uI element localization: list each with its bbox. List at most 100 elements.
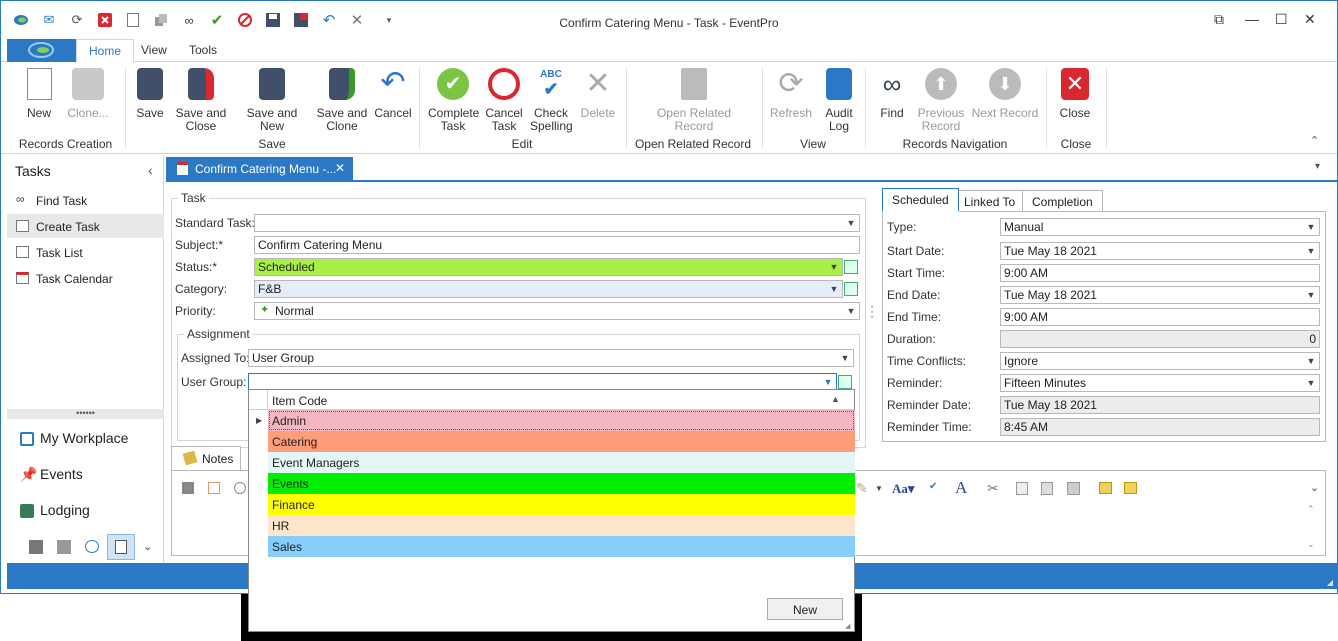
chevron-down-icon[interactable]: ⌄: [1310, 481, 1319, 494]
list-item[interactable]: Sales: [268, 536, 855, 557]
editor-paste-icon[interactable]: [1041, 482, 1053, 495]
splitter-grip-icon[interactable]: · · ·: [870, 300, 874, 322]
lookup-grid-icon[interactable]: [844, 260, 858, 274]
item-code-header[interactable]: Item Code: [272, 394, 327, 408]
list-item[interactable]: Catering: [268, 431, 855, 452]
type-select[interactable]: Manual ▼: [1000, 218, 1320, 236]
reminder-label: Reminder:: [887, 376, 943, 390]
tab-completion[interactable]: Completion: [1022, 190, 1103, 212]
cancel-task-button[interactable]: Cancel Task: [484, 68, 524, 133]
nav-events[interactable]: 📌 Events: [20, 466, 83, 482]
collapse-ribbon-icon[interactable]: ⌃: [1310, 134, 1319, 147]
editor-spellcheck-icon[interactable]: ✔: [929, 481, 937, 492]
next-record-button[interactable]: ⬇ Next Record: [971, 68, 1039, 120]
clone-button[interactable]: Clone...: [65, 68, 111, 120]
priority-select[interactable]: ✦ Normal ▼: [254, 302, 860, 320]
standard-task-select[interactable]: ▼: [254, 214, 860, 232]
editor-paste-special-icon[interactable]: [1067, 482, 1080, 495]
minimize-icon[interactable]: —: [1245, 11, 1259, 27]
notes-tab[interactable]: Notes: [171, 446, 241, 470]
tab-list-chevron-icon[interactable]: ▾: [1315, 161, 1320, 172]
sidebar-item-label: Find Task: [36, 194, 88, 208]
editor-change-case-icon[interactable]: Aa▾: [892, 481, 914, 497]
sidebar-item-task-calendar[interactable]: Task Calendar: [7, 266, 164, 290]
building-icon[interactable]: [57, 540, 71, 554]
chevron-down-icon[interactable]: ⌄: [143, 540, 152, 553]
application-menu-button[interactable]: [7, 39, 76, 62]
subject-input[interactable]: Confirm Catering Menu: [254, 236, 860, 254]
chat-bubble-icon[interactable]: [85, 540, 99, 553]
cancel-button[interactable]: ↶ Cancel: [374, 68, 412, 120]
tab-view[interactable]: View: [141, 43, 167, 57]
editor-copy-icon[interactable]: [1016, 482, 1028, 495]
resize-grip-icon[interactable]: ◢: [1327, 578, 1333, 587]
editor-replace-icon[interactable]: [1124, 482, 1137, 494]
new-button[interactable]: New: [23, 68, 55, 120]
sidebar-item-task-list[interactable]: Task List: [7, 240, 164, 264]
editor-font-icon[interactable]: A: [955, 478, 967, 498]
category-select[interactable]: F&B ▼: [254, 280, 843, 298]
refresh-button[interactable]: ⟳ Refresh: [768, 68, 814, 120]
restore-down-icon[interactable]: ⧉: [1214, 11, 1224, 28]
nav-lodging[interactable]: Lodging: [20, 502, 90, 518]
lookup-grid-icon[interactable]: [844, 282, 858, 296]
resize-grip-icon[interactable]: ◢: [845, 622, 850, 630]
editor-insert-icon[interactable]: [1099, 482, 1112, 494]
list-item[interactable]: HR: [268, 515, 855, 536]
close-window-icon[interactable]: ✕: [1304, 11, 1316, 28]
tab-scheduled[interactable]: Scheduled: [882, 188, 959, 212]
open-related-record-button[interactable]: Open Related Record: [651, 68, 737, 133]
sidebar-splitter[interactable]: ••••••: [7, 409, 164, 419]
list-item[interactable]: Finance: [268, 494, 855, 515]
editor-save-icon[interactable]: [182, 482, 194, 494]
check-spelling-button[interactable]: ABC ✔ Check Spelling: [530, 68, 573, 133]
editor-font-color-icon[interactable]: [208, 482, 220, 494]
editor-cut-icon[interactable]: ✂: [987, 480, 999, 497]
previous-record-button[interactable]: ⬆ Previous Record: [916, 68, 966, 133]
document-tab[interactable]: Confirm Catering Menu -... ✕: [166, 157, 353, 181]
list-item[interactable]: Events: [268, 473, 855, 494]
delete-button[interactable]: ✕ Delete: [578, 68, 618, 120]
list-item[interactable]: Event Managers: [268, 452, 855, 473]
time-conflicts-select[interactable]: Ignore ▼: [1000, 352, 1320, 370]
lookup-grid-icon[interactable]: [838, 375, 852, 389]
save-and-close-button[interactable]: Save and Close: [175, 68, 227, 133]
editor-find-icon[interactable]: [234, 482, 246, 494]
audit-log-button[interactable]: Audit Log: [821, 68, 857, 133]
list-item[interactable]: Admin: [268, 410, 855, 431]
sidebar-item-find-task[interactable]: ∞ Find Task: [7, 188, 164, 212]
maximize-icon[interactable]: ☐: [1275, 11, 1288, 28]
sort-ascending-icon[interactable]: ▲: [831, 394, 840, 404]
close-tab-icon[interactable]: ✕: [335, 161, 345, 175]
tab-home[interactable]: Home: [76, 39, 135, 63]
start-time-input[interactable]: 9:00 AM: [1000, 264, 1320, 282]
collapse-sidebar-icon[interactable]: ‹: [148, 162, 153, 178]
reminder-select[interactable]: Fifteen Minutes ▼: [1000, 374, 1320, 392]
assigned-to-select[interactable]: User Group ▼: [248, 349, 854, 367]
editor-highlight-icon[interactable]: ✎: [856, 480, 868, 497]
end-date-label: End Date:: [887, 288, 941, 302]
close-button[interactable]: ✕ Close: [1057, 68, 1093, 120]
tab-linked-to[interactable]: Linked To: [954, 190, 1026, 212]
end-time-input[interactable]: 9:00 AM: [1000, 308, 1320, 326]
start-date-picker[interactable]: Tue May 18 2021 ▼: [1000, 242, 1320, 260]
save-and-clone-button[interactable]: Save and Clone: [316, 68, 368, 133]
status-select[interactable]: Scheduled ▼: [254, 258, 843, 276]
scroll-up-icon[interactable]: ⌃: [1307, 504, 1315, 515]
find-button[interactable]: ∞ Find: [874, 68, 910, 120]
save-and-new-button[interactable]: Save and New: [235, 68, 309, 133]
type-value: Manual: [1004, 220, 1044, 234]
header-divider: [267, 390, 268, 410]
sidebar-item-create-task[interactable]: Create Task: [7, 214, 164, 238]
reminder-value: Fifteen Minutes: [1004, 376, 1087, 390]
chevron-down-icon[interactable]: ▼: [875, 484, 883, 493]
tasks-module-button[interactable]: [107, 534, 135, 560]
module-icon[interactable]: [29, 540, 43, 554]
complete-task-button[interactable]: ✔ Complete Task: [428, 68, 479, 133]
scroll-down-icon[interactable]: ⌄: [1307, 539, 1315, 550]
new-button[interactable]: New: [767, 598, 843, 620]
nav-my-workplace[interactable]: My Workplace: [20, 430, 128, 446]
end-date-picker[interactable]: Tue May 18 2021 ▼: [1000, 286, 1320, 304]
tab-tools[interactable]: Tools: [189, 43, 217, 57]
save-button[interactable]: Save: [133, 68, 167, 120]
